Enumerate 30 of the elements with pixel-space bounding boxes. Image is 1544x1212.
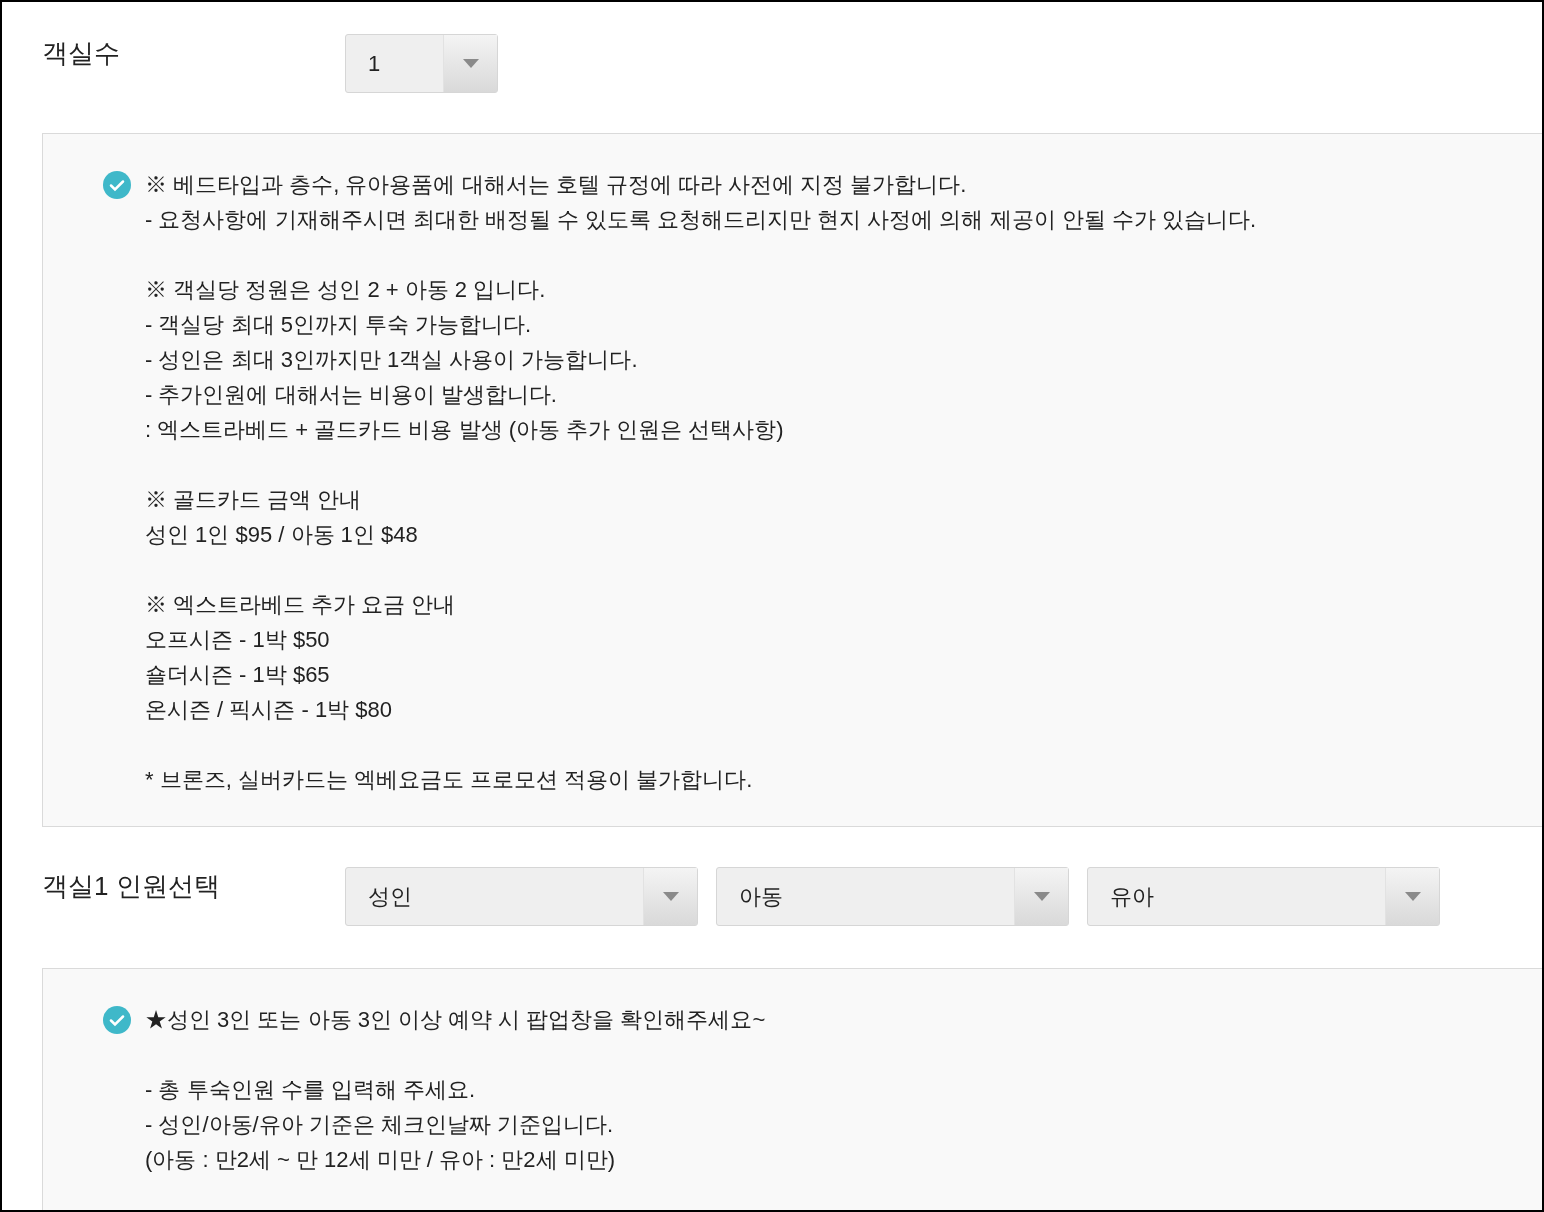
field-label: 객실1 인원선택 xyxy=(42,870,221,903)
check-circle-icon xyxy=(103,171,131,199)
notice-text: - 요청사항에 기재해주시면 최대한 배정될 수 있도록 요청해드리지만 현지 사정에 의해 제공이 안될 수가 있습니다. xyxy=(145,206,1256,234)
notice-text: - 추가인원에 대해서는 비용이 발생합니다. xyxy=(145,381,558,409)
check-circle-icon xyxy=(103,1006,131,1034)
notice-text: - 성인/아동/유아 기준은 체크인날짜 기준입니다. xyxy=(145,1111,615,1139)
notice-text: : 엑스트라베드 + 골드카드 비용 발생 (아동 추가 인원은 선택사항) xyxy=(145,416,784,444)
dropdown-select[interactable]: 아동 xyxy=(716,867,1069,926)
field-label: 객실수 xyxy=(42,37,121,70)
notice-text: 성인 1인 $95 / 아동 1인 $48 xyxy=(145,521,418,549)
caret-icon xyxy=(1033,892,1050,901)
notice-text: - 객실당 최대 5인까지 투숙 가능합니다. xyxy=(145,311,533,339)
notice-text: - 성인은 최대 3인까지만 1객실 사용이 가능합니다. xyxy=(145,346,639,374)
dropdown-select[interactable]: 1 xyxy=(345,34,498,93)
notice-text: 오프시즌 - 1박 $50 xyxy=(145,626,331,654)
notice-text: ※ 골드카드 금액 안내 xyxy=(145,486,363,514)
notice-text: - 총 투숙인원 수를 입력해 주세요. xyxy=(145,1076,476,1104)
notice-text: ※ 엑스트라베드 추가 요금 안내 xyxy=(145,591,456,619)
notice-text: ※ 베드타입과 층수, 유아용품에 대해서는 호텔 규정에 따라 사전에 지정 불가합니다. xyxy=(145,171,968,199)
notice-text: ※ 객실당 정원은 성인 2 + 아동 2 입니다. xyxy=(145,276,547,304)
notice-text: * 브론즈, 실버카드는 엑베요금도 프로모션 적용이 불가합니다. xyxy=(145,766,753,794)
notice-text: 숄더시즌 - 1박 $65 xyxy=(145,661,331,689)
caret-icon xyxy=(662,892,679,901)
caret-icon xyxy=(1404,892,1421,901)
notice-text: ★성인 3인 또는 아동 3인 이상 예약 시 팝업창을 확인해주세요~ xyxy=(145,1006,766,1034)
notice-text: 온시즌 / 픽시즌 - 1박 $80 xyxy=(145,696,393,724)
notice-text: (아동 : 만2세 ~ 만 12세 미만 / 유아 : 만2세 미만) xyxy=(145,1146,615,1174)
dropdown-select[interactable]: 유아 xyxy=(1087,867,1440,926)
caret-icon xyxy=(462,59,479,68)
dropdown-select[interactable]: 성인 xyxy=(345,867,698,926)
